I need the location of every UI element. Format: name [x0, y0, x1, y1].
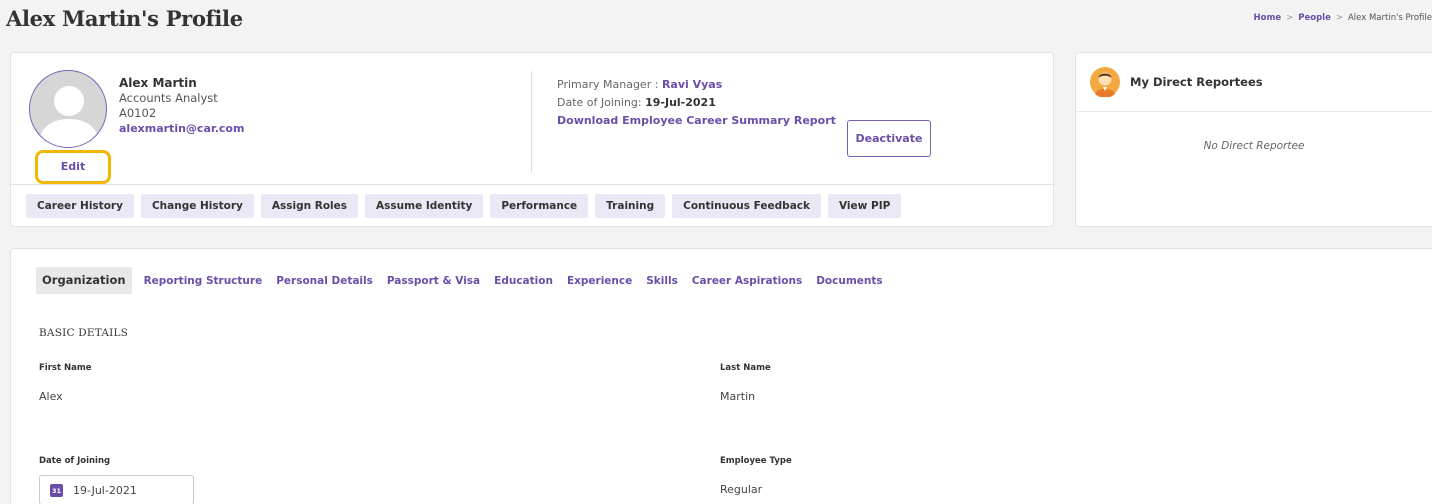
page-title: Alex Martin's Profile	[6, 6, 243, 31]
tab-documents[interactable]: Documents	[816, 275, 882, 287]
employee-info: Alex Martin Accounts Analyst A0102 alexm…	[119, 76, 244, 136]
tab-passport-visa[interactable]: Passport & Visa	[387, 275, 480, 287]
employee-type-label: Employee Type	[720, 456, 792, 466]
doj-date-input[interactable]: 19-Jul-2021	[39, 475, 194, 504]
change-history-button[interactable]: Change History	[140, 194, 254, 218]
section-title: BASIC DETAILS	[39, 327, 129, 339]
training-button[interactable]: Training	[595, 194, 666, 218]
employee-email-link[interactable]: alexmartin@car.com	[119, 121, 244, 136]
assign-roles-button[interactable]: Assign Roles	[260, 194, 359, 218]
doj-date-value: 19-Jul-2021	[73, 483, 137, 497]
last-name-value: Martin	[720, 390, 756, 403]
direct-reportees-card: My Direct Reportees No Direct Reportee	[1075, 52, 1432, 227]
employee-name: Alex Martin	[119, 76, 197, 90]
employee-id: A0102	[119, 106, 157, 120]
user-avatar-icon	[1090, 67, 1120, 97]
horizontal-divider	[11, 184, 1053, 185]
assume-identity-button[interactable]: Assume Identity	[365, 194, 484, 218]
doj-label: Date of Joining:	[557, 96, 642, 109]
doj-value: 19-Jul-2021	[645, 96, 716, 109]
first-name-value: Alex	[39, 390, 63, 403]
profile-tabs: Organization Reporting Structure Persona…	[36, 267, 883, 294]
continuous-feedback-button[interactable]: Continuous Feedback	[672, 194, 821, 218]
breadcrumb-separator: >	[1286, 13, 1294, 23]
career-history-button[interactable]: Career History	[26, 194, 134, 218]
calendar-icon[interactable]	[50, 483, 63, 497]
tab-skills[interactable]: Skills	[646, 275, 678, 287]
doj-field-label: Date of Joining	[39, 456, 111, 466]
tab-experience[interactable]: Experience	[567, 275, 632, 287]
profile-card: Edit Alex Martin Accounts Analyst A0102 …	[10, 52, 1054, 227]
no-reportee-text: No Direct Reportee	[1203, 140, 1305, 152]
performance-button[interactable]: Performance	[490, 194, 589, 218]
primary-manager-link[interactable]: Ravi Vyas	[662, 78, 722, 91]
action-buttons: Career History Change History Assign Rol…	[26, 194, 902, 218]
tab-career-aspirations[interactable]: Career Aspirations	[692, 275, 802, 287]
vertical-divider	[531, 71, 532, 173]
reportees-header: My Direct Reportees	[1090, 67, 1263, 97]
tab-reporting-structure[interactable]: Reporting Structure	[144, 275, 263, 287]
profile-avatar	[29, 70, 107, 148]
breadcrumb-current: Alex Martin's Profile	[1347, 13, 1432, 23]
profile-details-card: Organization Reporting Structure Persona…	[10, 248, 1432, 504]
breadcrumb-home-link[interactable]: Home	[1254, 13, 1282, 23]
view-pip-button[interactable]: View PIP	[827, 194, 902, 218]
default-user-icon	[38, 86, 100, 147]
breadcrumb-people-link[interactable]: People	[1298, 13, 1331, 23]
manager-info: Primary Manager : Ravi Vyas Date of Join…	[557, 76, 836, 130]
download-career-report-link[interactable]: Download Employee Career Summary Report	[557, 112, 836, 130]
edit-profile-button[interactable]: Edit	[35, 150, 111, 184]
reportees-title: My Direct Reportees	[1130, 75, 1263, 89]
reportees-divider	[1076, 111, 1432, 112]
employee-type-value: Regular	[720, 483, 763, 496]
primary-manager-label: Primary Manager :	[557, 78, 659, 91]
breadcrumb-separator: >	[1335, 13, 1343, 23]
last-name-label: Last Name	[720, 363, 771, 373]
deactivate-button[interactable]: Deactivate	[847, 120, 931, 157]
first-name-label: First Name	[39, 363, 92, 373]
tab-personal-details[interactable]: Personal Details	[276, 275, 373, 287]
employee-designation: Accounts Analyst	[119, 91, 218, 105]
tab-education[interactable]: Education	[494, 275, 553, 287]
tab-organization[interactable]: Organization	[36, 267, 132, 294]
breadcrumb: Home > People > Alex Martin's Profile	[1254, 13, 1432, 23]
